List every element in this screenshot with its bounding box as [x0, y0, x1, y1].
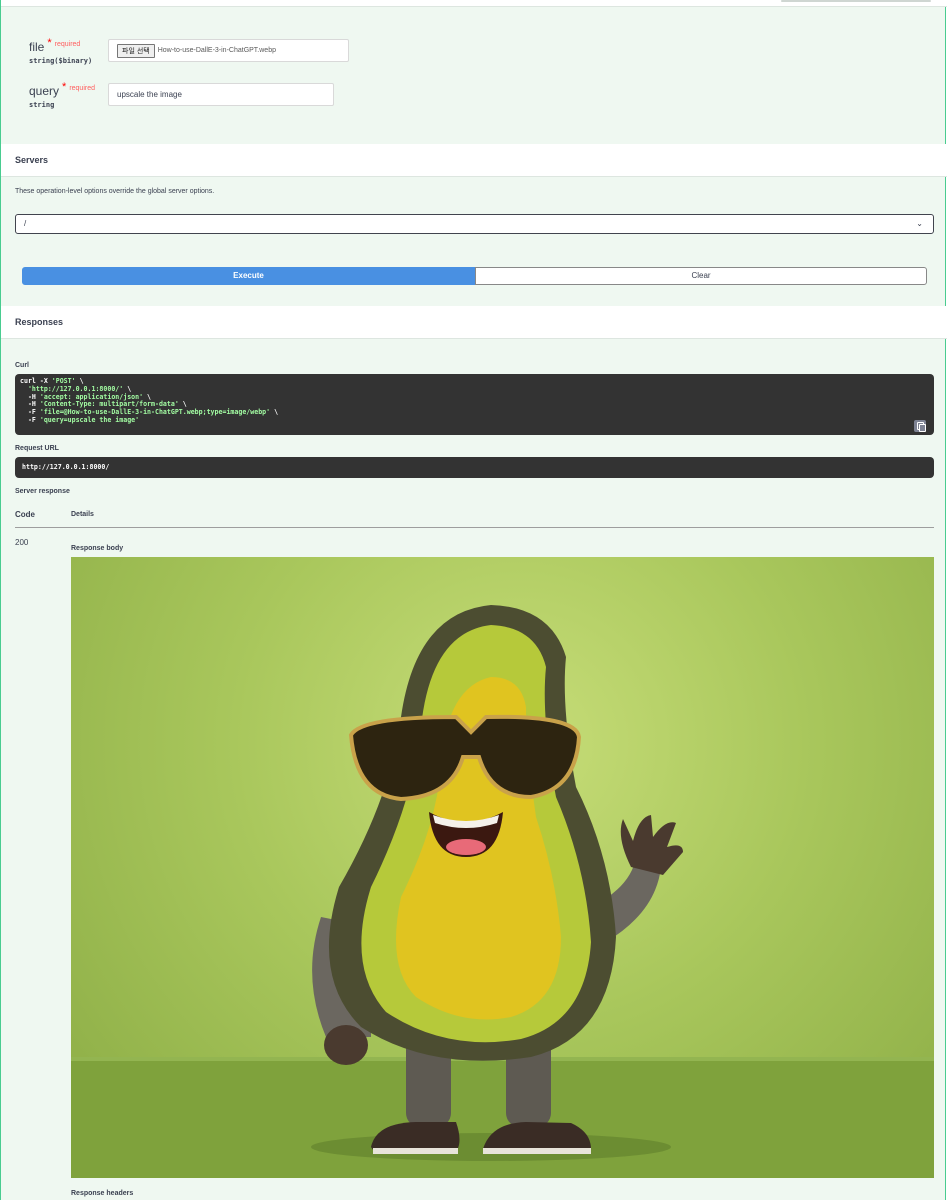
response-code: 200 [15, 538, 29, 547]
param-file-type: string($binary) [29, 57, 93, 65]
request-url-value: http://127.0.0.1:8000/ [15, 457, 934, 478]
left-fist [324, 1025, 368, 1065]
required-star: * [47, 37, 52, 49]
curl-code-block: curl -X 'POST' \ 'http://127.0.0.1:8000/… [15, 374, 934, 435]
query-input[interactable]: upscale the image [108, 83, 334, 106]
required-text: required [69, 85, 95, 92]
avatar-illustration [71, 605, 934, 1178]
waving-hand [620, 815, 683, 875]
param-query: query * required string [29, 81, 95, 109]
request-url-label: Request URL [15, 445, 59, 452]
required-text: required [54, 41, 81, 48]
servers-title: Servers [15, 155, 49, 165]
choose-file-button[interactable]: 파일 선택 [117, 43, 155, 58]
tab-hint [781, 0, 931, 2]
server-response-label: Server response [15, 488, 70, 495]
query-input-value: upscale the image [117, 90, 182, 99]
servers-header: Servers [1, 144, 947, 177]
server-select-value: / [24, 219, 27, 228]
param-query-name: query * required [29, 81, 95, 98]
chevron-down-icon: ⌄ [916, 219, 923, 228]
execute-button[interactable]: Execute [22, 267, 475, 285]
right-sole [483, 1148, 591, 1154]
file-input[interactable]: 파일 선택 How-to-use-DallE-3-in-ChatGPT.webp [108, 39, 349, 62]
response-body-label: Response body [71, 545, 124, 552]
clear-button[interactable]: Clear [475, 267, 927, 285]
response-body-image [71, 557, 934, 1178]
param-file-label: file [29, 40, 45, 54]
param-query-label: query [29, 84, 60, 98]
curl-label: Curl [15, 362, 29, 369]
code-column-header: Code [15, 510, 35, 519]
param-file-name: file * required [29, 37, 92, 54]
param-file: file * required string($binary) [29, 37, 92, 65]
details-column-header: Details [71, 511, 94, 518]
table-divider [15, 527, 934, 528]
servers-description: These operation-level options override t… [15, 188, 215, 195]
responses-header: Responses [1, 306, 947, 339]
param-query-type: string [29, 101, 55, 109]
required-star: * [62, 81, 67, 93]
top-strip [1, 0, 947, 7]
tongue [446, 839, 486, 855]
responses-title: Responses [15, 317, 64, 327]
response-headers-label: Response headers [71, 1190, 134, 1197]
operation-block: file * required string($binary) 파일 선택 How-… [0, 0, 947, 1200]
copy-icon[interactable] [914, 420, 926, 432]
server-select[interactable]: / ⌄ [15, 214, 934, 234]
selected-file-name: How-to-use-DallE-3-in-ChatGPT.webp [157, 47, 276, 54]
left-sole [373, 1148, 458, 1154]
